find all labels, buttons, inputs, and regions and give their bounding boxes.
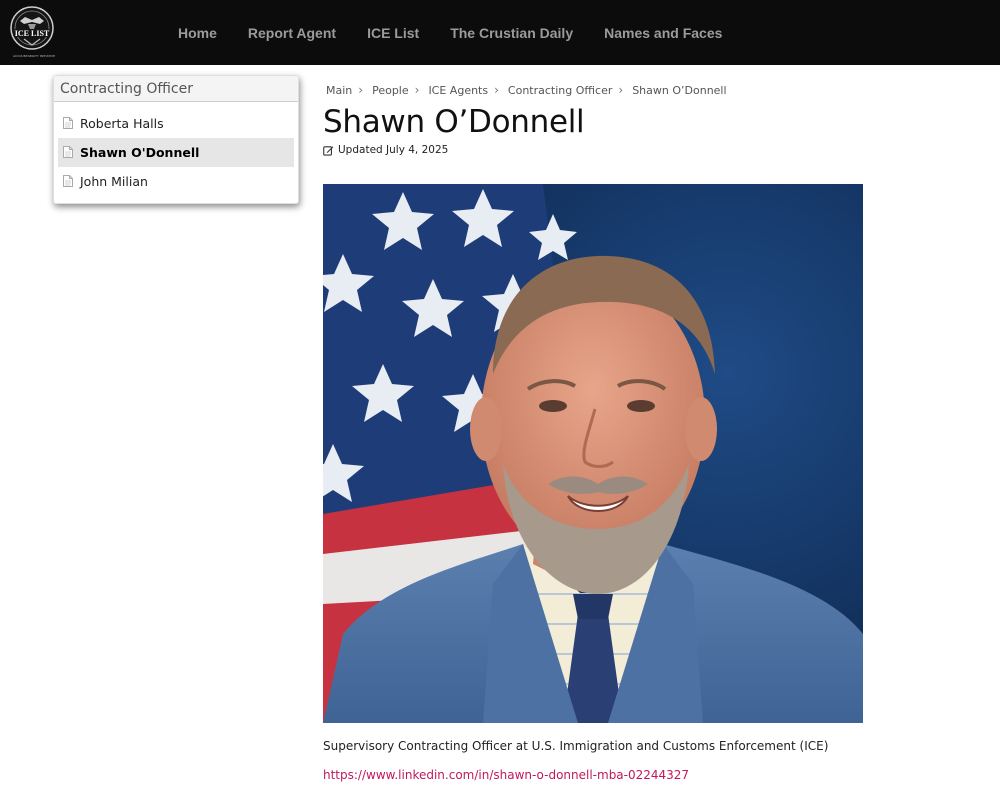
sidebar-item-john-milian[interactable]: John Milian (58, 167, 294, 196)
nav-crustian-daily[interactable]: The Crustian Daily (450, 25, 573, 41)
page-title: Shawn O’Donnell (323, 104, 585, 140)
top-navbar: ICE LIST ACCOUNTABILITY INITIATIVE Home … (0, 0, 1000, 65)
linkedin-link[interactable]: https://www.linkedin.com/in/shawn-o-donn… (323, 768, 689, 782)
nav-home[interactable]: Home (178, 25, 217, 41)
svg-text:ACCOUNTABILITY INITIATIVE: ACCOUNTABILITY INITIATIVE (13, 54, 55, 58)
updated-text: Updated July 4, 2025 (338, 144, 449, 156)
sidebar-item-roberta-halls[interactable]: Roberta Halls (58, 109, 294, 138)
svg-text:ICE LIST: ICE LIST (15, 29, 50, 38)
breadcrumb-main[interactable]: Main (326, 84, 352, 97)
category-sidebar: Contracting Officer Roberta Halls Shawn … (53, 75, 299, 204)
document-icon (63, 117, 73, 129)
main-nav: Home Report Agent ICE List The Crustian … (178, 0, 753, 65)
breadcrumb-contracting-officer[interactable]: Contracting Officer (508, 84, 612, 97)
breadcrumb-separator: › (414, 83, 420, 97)
sidebar-item-label: John Milian (80, 174, 148, 189)
sidebar-item-shawn-odonnell[interactable]: Shawn O'Donnell (58, 138, 294, 167)
breadcrumb: Main › People › ICE Agents › Contracting… (326, 82, 727, 98)
document-icon (63, 146, 73, 158)
nav-ice-list[interactable]: ICE List (367, 25, 419, 41)
site-logo[interactable]: ICE LIST ACCOUNTABILITY INITIATIVE (9, 5, 59, 59)
sidebar-item-label: Roberta Halls (80, 116, 164, 131)
edit-icon (323, 145, 334, 156)
breadcrumb-people[interactable]: People (372, 84, 409, 97)
portrait-image (323, 184, 863, 723)
sidebar-list: Roberta Halls Shawn O'Donnell John Milia… (54, 102, 298, 196)
profile-photo (323, 184, 863, 723)
bio-text: Supervisory Contracting Officer at U.S. … (323, 739, 829, 753)
breadcrumb-separator: › (358, 83, 364, 97)
sidebar-title: Contracting Officer (54, 76, 298, 102)
nav-report-agent[interactable]: Report Agent (248, 25, 336, 41)
nav-names-and-faces[interactable]: Names and Faces (604, 25, 722, 41)
updated-date: Updated July 4, 2025 (323, 143, 448, 157)
breadcrumb-current: Shawn O’Donnell (632, 83, 727, 97)
breadcrumb-separator: › (618, 83, 624, 97)
breadcrumb-ice-agents[interactable]: ICE Agents (428, 84, 488, 97)
logo-seal-icon: ICE LIST ACCOUNTABILITY INITIATIVE (10, 6, 55, 58)
sidebar-item-label: Shawn O'Donnell (80, 145, 200, 160)
document-icon (63, 175, 73, 187)
breadcrumb-separator: › (494, 83, 499, 97)
